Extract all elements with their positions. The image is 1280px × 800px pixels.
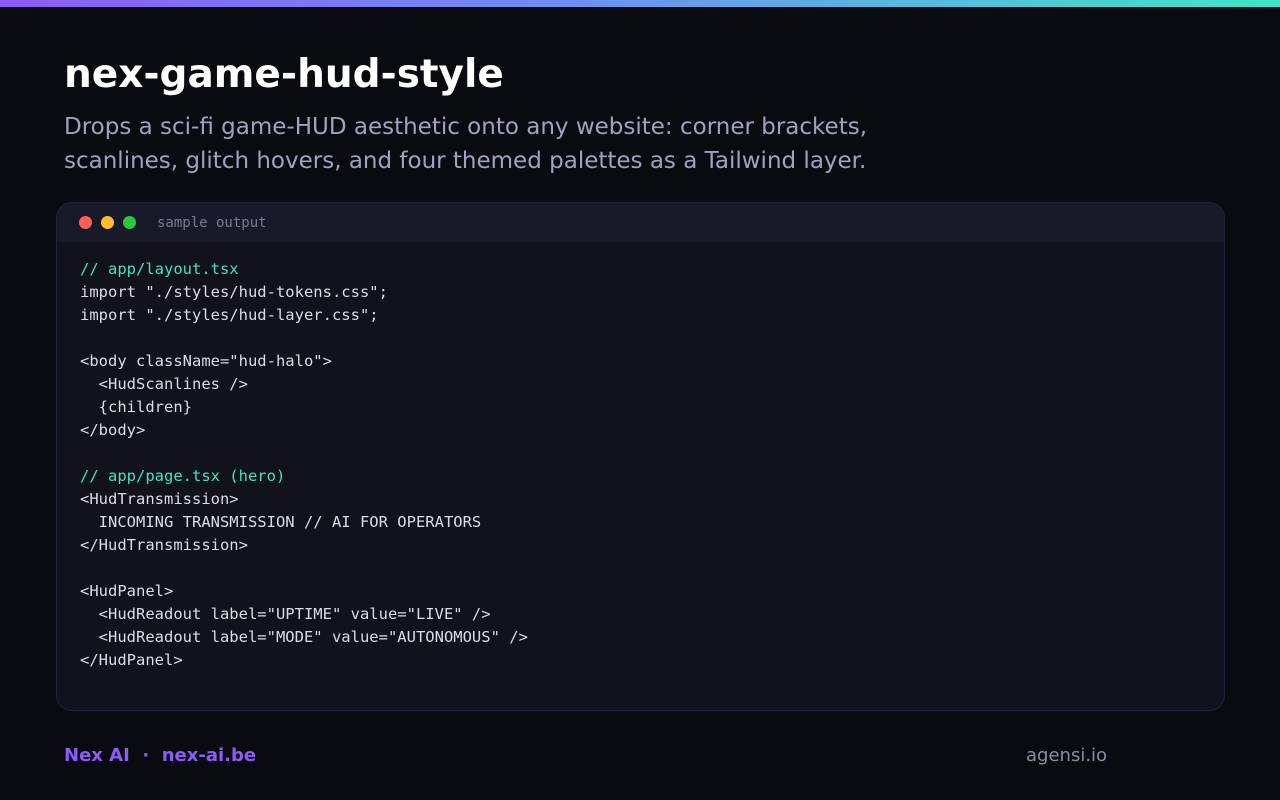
minimize-dot-icon [101, 216, 114, 229]
code-line: </HudPanel> [80, 651, 183, 669]
footer-brand: Nex AI [64, 745, 130, 766]
code-body: // app/layout.tsx import "./styles/hud-to… [57, 242, 1224, 672]
code-line: </HudTransmission> [80, 536, 248, 554]
code-line: import "./styles/hud-layer.css"; [80, 306, 379, 324]
footer-brand-links: Nex AI · nex-ai.be [64, 744, 256, 768]
footer-separator: · [142, 745, 150, 766]
code-line: {children} [80, 398, 192, 416]
code-line: <HudScanlines /> [80, 375, 248, 393]
top-gradient-bar [0, 0, 1280, 7]
footer-credit: agensi.io [1026, 745, 1108, 766]
code-comment-line: // app/layout.tsx [80, 260, 239, 278]
code-line: <HudReadout label="MODE" value="AUTONOMO… [80, 628, 528, 646]
code-line: <HudPanel> [80, 582, 174, 600]
page-title: nex-game-hud-style [64, 52, 504, 97]
page-description: Drops a sci-fi game-HUD aesthetic onto a… [64, 114, 868, 174]
code-line: </body> [80, 421, 146, 439]
code-line: <HudTransmission> [80, 490, 239, 508]
code-window-label: sample output [157, 214, 267, 231]
maximize-dot-icon [123, 216, 136, 229]
code-line: <body className="hud-halo"> [80, 352, 332, 370]
code-line: <HudReadout label="UPTIME" value="LIVE" … [80, 605, 491, 623]
code-window-header: sample output [57, 203, 1224, 242]
code-line: import "./styles/hud-tokens.css"; [80, 283, 388, 301]
code-line: INCOMING TRANSMISSION // AI FOR OPERATOR… [80, 513, 482, 531]
code-window: sample output // app/layout.tsx import ".… [56, 202, 1225, 711]
footer-site-link[interactable]: nex-ai.be [162, 745, 256, 766]
code-comment-line: // app/page.tsx (hero) [80, 467, 286, 485]
close-dot-icon [79, 216, 92, 229]
